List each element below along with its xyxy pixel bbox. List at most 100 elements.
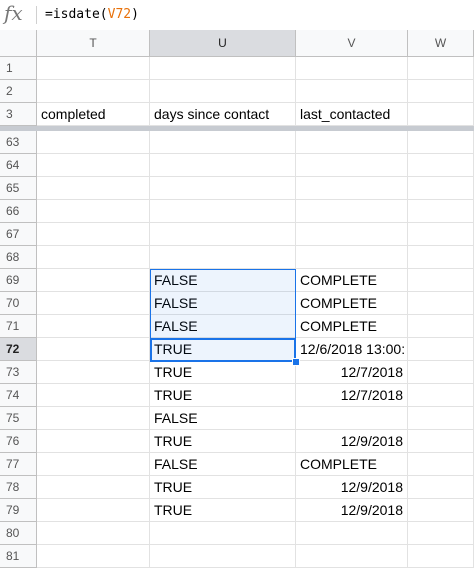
cell-v63[interactable] — [296, 131, 408, 154]
cell-u77[interactable]: FALSE — [150, 453, 296, 476]
cell-w76[interactable] — [408, 430, 474, 453]
cell-u63[interactable] — [150, 131, 296, 154]
cell-w79[interactable] — [408, 499, 474, 522]
cell-u2[interactable] — [150, 80, 296, 103]
cell-t63[interactable] — [37, 131, 150, 154]
cell-u79[interactable]: TRUE — [150, 499, 296, 522]
cell-t77[interactable] — [37, 453, 150, 476]
cell-v70[interactable]: COMPLETE — [296, 292, 408, 315]
cell-u66[interactable] — [150, 200, 296, 223]
cell-w75[interactable] — [408, 407, 474, 430]
cell-v67[interactable] — [296, 223, 408, 246]
cell-v64[interactable] — [296, 154, 408, 177]
cell-v75[interactable] — [296, 407, 408, 430]
cell-w67[interactable] — [408, 223, 474, 246]
row-header-73[interactable]: 73 — [0, 361, 37, 384]
cell-v81[interactable] — [296, 545, 408, 568]
cell-u81[interactable] — [150, 545, 296, 568]
row-header-68[interactable]: 68 — [0, 246, 37, 269]
row-header-70[interactable]: 70 — [0, 292, 37, 315]
cell-u72[interactable]: TRUE — [150, 338, 296, 361]
cell-v68[interactable] — [296, 246, 408, 269]
cell-w80[interactable] — [408, 522, 474, 545]
row-header-1[interactable]: 1 — [0, 57, 37, 80]
row-header-80[interactable]: 80 — [0, 522, 37, 545]
fill-handle[interactable] — [292, 358, 300, 366]
cell-v80[interactable] — [296, 522, 408, 545]
cell-u74[interactable]: TRUE — [150, 384, 296, 407]
row-header-69[interactable]: 69 — [0, 269, 37, 292]
cell-t69[interactable] — [37, 269, 150, 292]
cell-v76[interactable]: 12/9/2018 — [296, 430, 408, 453]
cell-u67[interactable] — [150, 223, 296, 246]
cell-v1[interactable] — [296, 57, 408, 80]
row-header-76[interactable]: 76 — [0, 430, 37, 453]
cell-w3[interactable] — [408, 103, 474, 126]
cell-t66[interactable] — [37, 200, 150, 223]
cell-v77[interactable]: COMPLETE — [296, 453, 408, 476]
cell-v74[interactable]: 12/7/2018 — [296, 384, 408, 407]
cell-w65[interactable] — [408, 177, 474, 200]
row-header-67[interactable]: 67 — [0, 223, 37, 246]
cell-w71[interactable] — [408, 315, 474, 338]
cell-v72[interactable]: 12/6/2018 13:00: — [296, 338, 408, 361]
cell-w73[interactable] — [408, 361, 474, 384]
column-header-w[interactable]: W — [408, 30, 474, 57]
row-header-79[interactable]: 79 — [0, 499, 37, 522]
row-header-63[interactable]: 63 — [0, 131, 37, 154]
cell-w2[interactable] — [408, 80, 474, 103]
row-header-64[interactable]: 64 — [0, 154, 37, 177]
cell-u76[interactable]: TRUE — [150, 430, 296, 453]
row-header-75[interactable]: 75 — [0, 407, 37, 430]
cell-u75[interactable]: FALSE — [150, 407, 296, 430]
cell-u65[interactable] — [150, 177, 296, 200]
cell-t76[interactable] — [37, 430, 150, 453]
cell-t64[interactable] — [37, 154, 150, 177]
cell-t70[interactable] — [37, 292, 150, 315]
cell-v65[interactable] — [296, 177, 408, 200]
cell-w78[interactable] — [408, 476, 474, 499]
row-header-78[interactable]: 78 — [0, 476, 37, 499]
row-header-65[interactable]: 65 — [0, 177, 37, 200]
row-header-2[interactable]: 2 — [0, 80, 37, 103]
cell-t1[interactable] — [37, 57, 150, 80]
cell-t80[interactable] — [37, 522, 150, 545]
cell-w72[interactable] — [408, 338, 474, 361]
cell-t3[interactable]: completed — [37, 103, 150, 126]
cell-w69[interactable] — [408, 269, 474, 292]
cell-u78[interactable]: TRUE — [150, 476, 296, 499]
cell-w68[interactable] — [408, 246, 474, 269]
row-header-66[interactable]: 66 — [0, 200, 37, 223]
cell-u70[interactable]: FALSE — [150, 292, 296, 315]
cell-w66[interactable] — [408, 200, 474, 223]
row-header-72[interactable]: 72 — [0, 338, 37, 361]
cell-w64[interactable] — [408, 154, 474, 177]
row-header-3[interactable]: 3 — [0, 103, 37, 126]
cell-t79[interactable] — [37, 499, 150, 522]
cell-v66[interactable] — [296, 200, 408, 223]
cell-v69[interactable]: COMPLETE — [296, 269, 408, 292]
row-header-81[interactable]: 81 — [0, 545, 37, 568]
cell-t72[interactable] — [37, 338, 150, 361]
row-header-74[interactable]: 74 — [0, 384, 37, 407]
cell-w1[interactable] — [408, 57, 474, 80]
cell-t71[interactable] — [37, 315, 150, 338]
cell-u73[interactable]: TRUE — [150, 361, 296, 384]
select-all-corner[interactable] — [0, 30, 37, 57]
cell-t75[interactable] — [37, 407, 150, 430]
cell-u68[interactable] — [150, 246, 296, 269]
cell-u69[interactable]: FALSE — [150, 269, 296, 292]
cell-v78[interactable]: 12/9/2018 — [296, 476, 408, 499]
cell-w77[interactable] — [408, 453, 474, 476]
cell-v73[interactable]: 12/7/2018 — [296, 361, 408, 384]
cell-u3[interactable]: days since contact — [150, 103, 296, 126]
cell-v2[interactable] — [296, 80, 408, 103]
cell-w63[interactable] — [408, 131, 474, 154]
cell-w81[interactable] — [408, 545, 474, 568]
cell-v79[interactable]: 12/9/2018 — [296, 499, 408, 522]
cell-v3[interactable]: last_contacted — [296, 103, 408, 126]
column-header-v[interactable]: V — [296, 30, 408, 57]
cell-t68[interactable] — [37, 246, 150, 269]
row-header-71[interactable]: 71 — [0, 315, 37, 338]
formula-input[interactable]: =isdate(V72) — [45, 7, 139, 25]
